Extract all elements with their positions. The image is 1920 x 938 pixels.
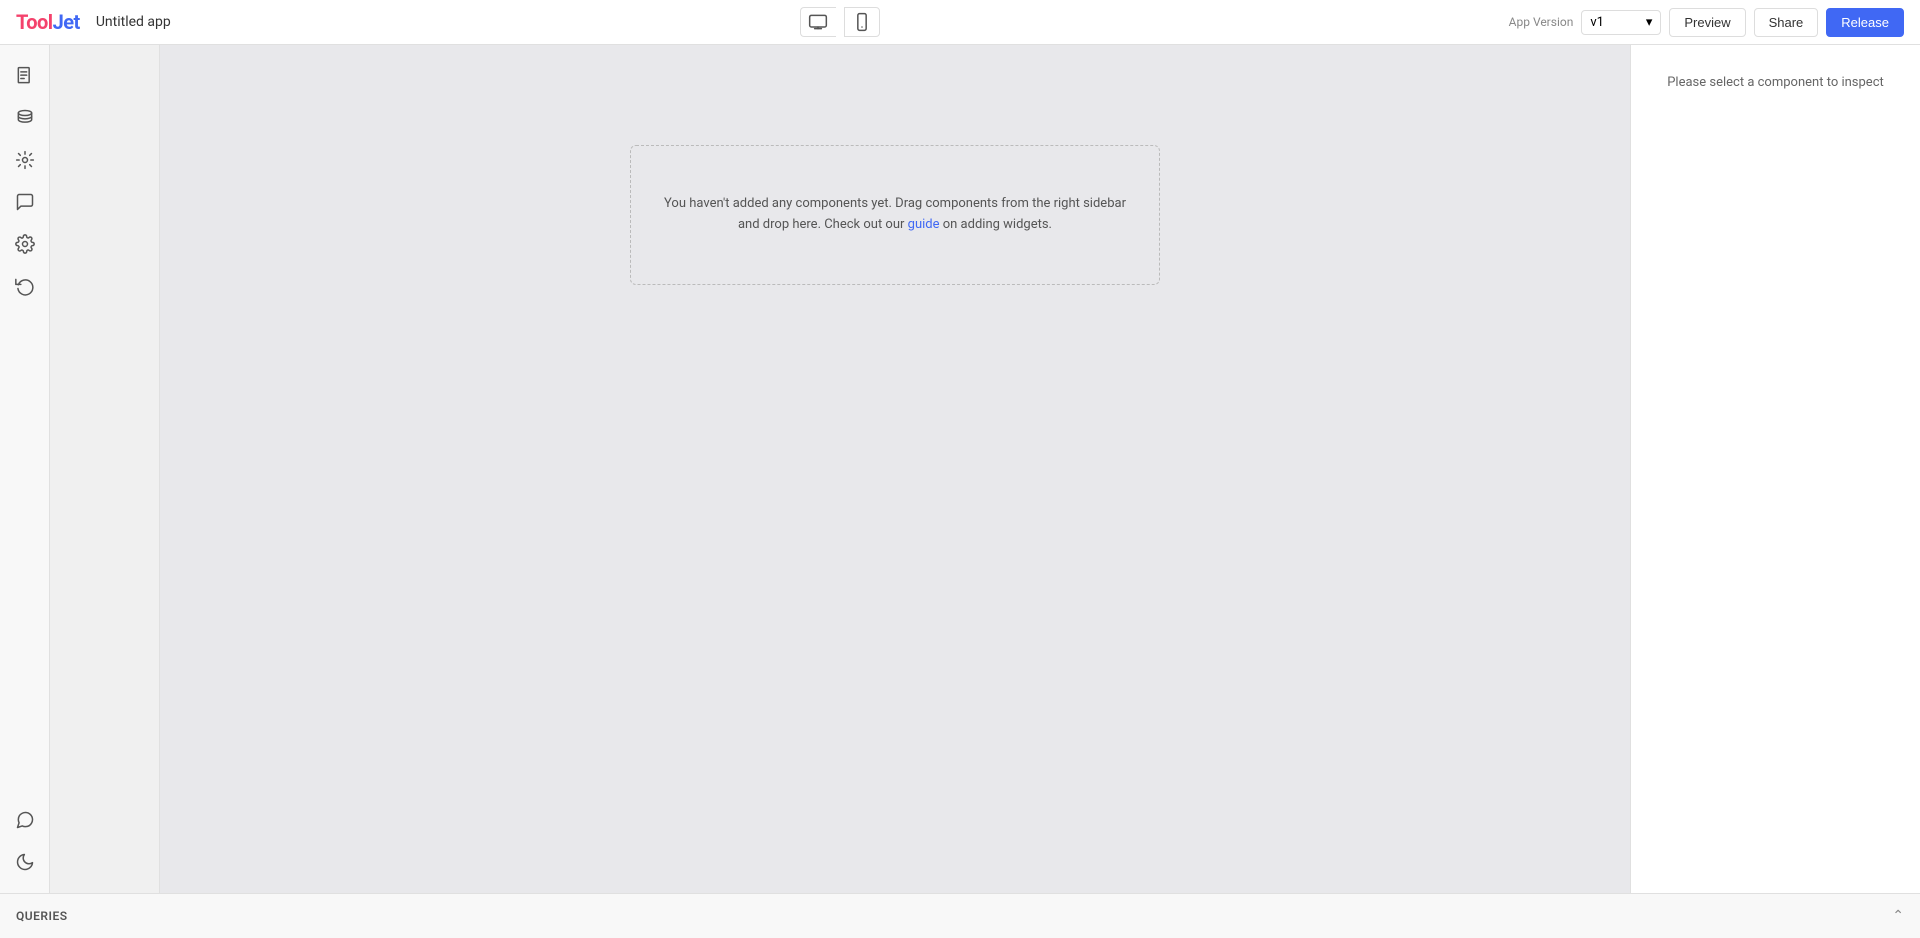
app-title: Untitled app xyxy=(96,14,171,30)
queries-panel[interactable]: QUERIES ⌃ xyxy=(0,893,1920,938)
drop-zone[interactable]: You haven't added any components yet. Dr… xyxy=(630,145,1160,285)
preview-button[interactable]: Preview xyxy=(1669,8,1745,37)
queries-label: QUERIES xyxy=(16,909,68,923)
canvas-container: You haven't added any components yet. Dr… xyxy=(500,85,1290,665)
app-version-label: App Version xyxy=(1509,15,1574,29)
left-panel xyxy=(50,45,160,893)
main-layout: You haven't added any components yet. Dr… xyxy=(0,45,1920,893)
logo: ToolJet xyxy=(16,10,80,34)
guide-link[interactable]: guide xyxy=(908,217,940,232)
settings-icon[interactable] xyxy=(6,225,44,263)
right-inspect-panel: Please select a component to inspect xyxy=(1630,45,1920,893)
version-value: v1 xyxy=(1590,15,1604,30)
release-button[interactable]: Release xyxy=(1826,8,1904,37)
database-icon[interactable] xyxy=(6,99,44,137)
canvas-area[interactable]: You haven't added any components yet. Dr… xyxy=(160,45,1630,893)
version-select[interactable]: v1 ▾ xyxy=(1581,10,1661,35)
drop-zone-text: You haven't added any components yet. Dr… xyxy=(648,178,1142,252)
components-icon[interactable] xyxy=(6,141,44,179)
empty-message-line1: You haven't added any components yet. Dr… xyxy=(664,196,1126,211)
dark-mode-icon[interactable] xyxy=(6,843,44,881)
sidebar-bottom xyxy=(6,801,44,893)
pages-icon[interactable] xyxy=(6,57,44,95)
left-sidebar xyxy=(0,45,50,893)
header-right: App Version v1 ▾ Preview Share Release xyxy=(1509,8,1904,37)
inspect-text: Please select a component to inspect xyxy=(1667,75,1884,90)
chat-icon[interactable] xyxy=(6,801,44,839)
queries-collapse-icon: ⌃ xyxy=(1892,908,1904,924)
undo-icon[interactable] xyxy=(6,267,44,305)
header-center xyxy=(800,7,880,37)
header-left: ToolJet Untitled app xyxy=(16,10,171,34)
mobile-view-button[interactable] xyxy=(844,7,880,37)
header: ToolJet Untitled app App Version v1 ▾ Pr… xyxy=(0,0,1920,45)
share-button[interactable]: Share xyxy=(1754,8,1819,37)
empty-message-line2: and drop here. Check out our xyxy=(738,217,908,232)
comments-icon[interactable] xyxy=(6,183,44,221)
version-chevron-icon: ▾ xyxy=(1646,15,1653,30)
guide-link-text: guide xyxy=(908,217,940,232)
empty-message-line3: on adding widgets. xyxy=(940,217,1053,232)
desktop-view-button[interactable] xyxy=(800,7,836,37)
